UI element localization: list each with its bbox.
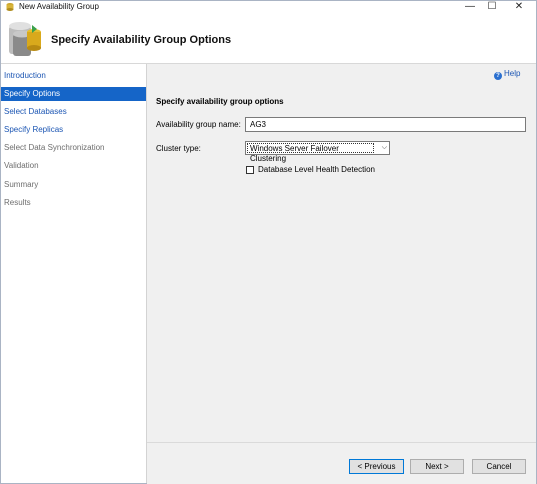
- window-title: New Availability Group: [19, 2, 99, 11]
- nav-item-validation: Validation: [4, 161, 39, 170]
- wizard-nav: Introduction Specify Options Select Data…: [1, 64, 147, 483]
- nav-item-select-data-synchronization: Select Data Synchronization: [4, 143, 105, 152]
- nav-item-specify-options[interactable]: Specify Options: [1, 87, 146, 101]
- chevron-down-icon: ⌵: [381, 144, 387, 151]
- app-icon: [6, 3, 14, 11]
- ag-name-input[interactable]: AG3: [245, 117, 526, 132]
- cluster-type-select[interactable]: Windows Server Failover Clustering ⌵: [245, 141, 390, 163]
- page-title: Specify Availability Group Options: [51, 34, 232, 46]
- database-wizard-icon: [9, 22, 41, 56]
- title-bar: New Availability Group — ☐ ✕: [1, 1, 536, 13]
- help-label: Help: [504, 69, 521, 78]
- wizard-window: New Availability Group — ☐ ✕ Specify Ava…: [0, 0, 537, 484]
- next-button[interactable]: Next >: [410, 459, 464, 474]
- cluster-type-value: Windows Server Failover Clustering: [247, 143, 374, 163]
- ag-name-label: Availability group name:: [156, 120, 241, 129]
- cancel-button[interactable]: Cancel: [472, 459, 526, 474]
- nav-item-results: Results: [4, 198, 31, 207]
- wizard-header: Specify Availability Group Options: [1, 14, 536, 64]
- health-detection-label: Database Level Health Detection: [258, 165, 375, 174]
- help-icon: ?: [494, 72, 502, 80]
- maximize-button[interactable]: ☐: [479, 1, 505, 13]
- close-button[interactable]: ✕: [506, 1, 532, 13]
- nav-item-select-databases[interactable]: Select Databases: [1, 105, 146, 119]
- nav-item-summary: Summary: [4, 180, 39, 189]
- section-title: Specify availability group options: [156, 97, 284, 106]
- wizard-content: ? Help Specify availability group options…: [147, 64, 536, 442]
- help-link[interactable]: ? Help: [494, 69, 520, 80]
- health-detection-checkbox[interactable]: [246, 166, 254, 174]
- nav-item-specify-replicas[interactable]: Specify Replicas: [1, 123, 146, 137]
- nav-item-introduction[interactable]: Introduction: [1, 69, 146, 83]
- wizard-footer: < Previous Next > Cancel: [147, 442, 536, 484]
- cluster-type-label: Cluster type:: [156, 144, 201, 153]
- previous-button[interactable]: < Previous: [349, 459, 404, 474]
